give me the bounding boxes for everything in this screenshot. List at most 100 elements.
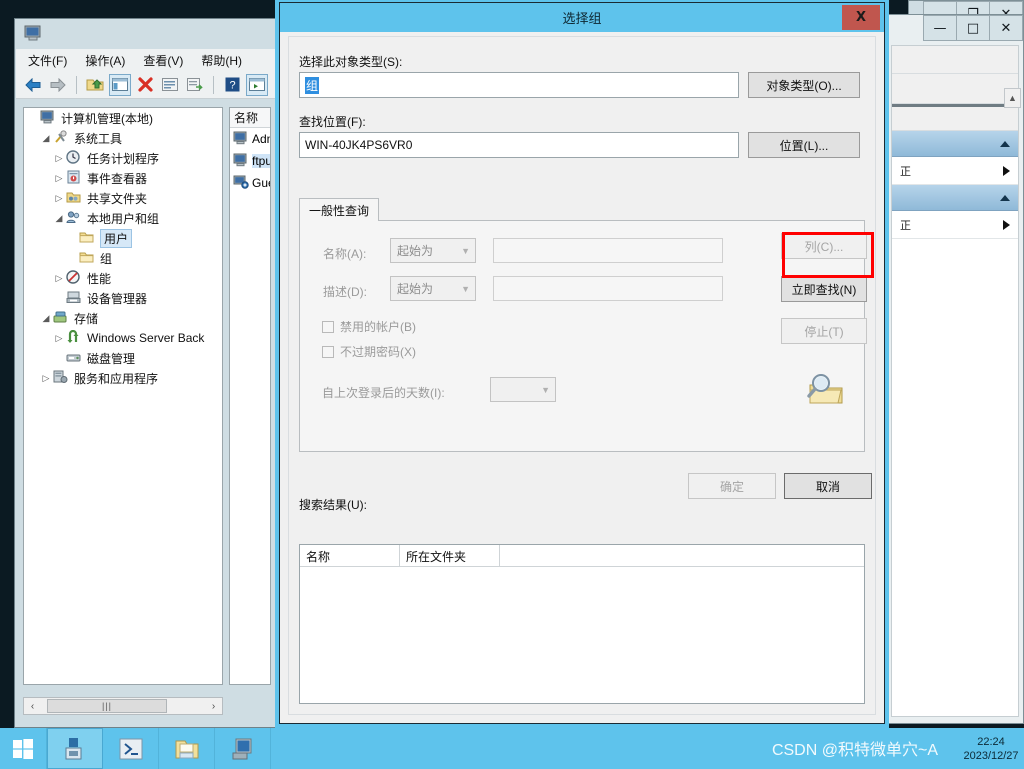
scroll-right-button[interactable]: › [205, 698, 222, 714]
near-close-button[interactable]: ✕ [989, 15, 1023, 41]
tree-item-12[interactable]: 磁盘管理 [24, 348, 222, 368]
tree-item-8[interactable]: ▷ 性能 [24, 268, 222, 288]
taskbar-app-server-manager[interactable] [47, 728, 103, 769]
help-icon[interactable]: ? [221, 74, 243, 96]
description-value-input[interactable] [493, 276, 723, 301]
action-pane-scroll-up-button[interactable]: ▲ [1004, 88, 1021, 108]
expander-open-icon[interactable]: ◢ [39, 313, 53, 324]
list-item[interactable]: Adm [230, 128, 270, 150]
toolbar: ? [16, 71, 276, 99]
action-item-1[interactable]: 正 [892, 157, 1018, 185]
menu-view[interactable]: 查看(V) [143, 52, 183, 69]
tree-item-5[interactable]: ◢ 本地用户和组 [24, 208, 222, 228]
tree-item-0[interactable]: 计算机管理(本地) [24, 108, 222, 128]
collapse-up-icon [1000, 140, 1010, 147]
taskbar-app-powershell[interactable] [103, 728, 159, 769]
dialog-body: 选择此对象类型(S): 组 对象类型(O)... 查找位置(F): WIN-40… [288, 36, 876, 715]
non-expiring-password-checkbox-row[interactable]: 不过期密码(X) [322, 343, 416, 360]
folder-icon [79, 250, 97, 266]
delete-icon[interactable] [134, 74, 156, 96]
disabled-accounts-checkbox[interactable] [322, 320, 334, 333]
user-icon [233, 131, 249, 148]
svg-text:?: ? [229, 80, 235, 92]
columns-button[interactable]: 列(C)... [781, 233, 867, 259]
near-minimize-button[interactable]: — [923, 15, 957, 41]
export-list-icon[interactable] [184, 74, 206, 96]
list-item[interactable]: ftpu [230, 150, 270, 172]
tree-item-13[interactable]: ▷ 服务和应用程序 [24, 368, 222, 388]
scroll-thumb[interactable]: ||| [47, 699, 167, 713]
tree-item-7[interactable]: 组 [24, 248, 222, 268]
back-arrow-icon[interactable] [22, 74, 44, 96]
expander-closed-icon[interactable]: ▷ [52, 153, 66, 164]
find-now-button[interactable]: 立即查找(N) [781, 276, 867, 302]
collapse-up-icon-2 [1000, 194, 1010, 201]
scroll-left-button[interactable]: ‹ [24, 698, 41, 714]
taskbar-app-file-explorer[interactable] [159, 728, 215, 769]
scroll-track[interactable]: ||| [41, 698, 205, 714]
taskbar-app-computer-management[interactable] [215, 728, 271, 769]
days-since-login-select[interactable]: ▼ [490, 377, 556, 402]
expander-closed-icon[interactable]: ▷ [39, 373, 53, 384]
expander-open-icon[interactable]: ◢ [52, 213, 66, 224]
expander-closed-icon[interactable]: ▷ [52, 273, 66, 284]
tab-common-queries[interactable]: 一般性查询 [299, 198, 380, 221]
list-column-header[interactable]: 名称 [230, 108, 270, 128]
properties-icon[interactable] [159, 74, 181, 96]
up-folder-icon[interactable] [84, 74, 106, 96]
cancel-button[interactable]: 取消 [784, 473, 872, 499]
search-results-list[interactable]: 名称 所在文件夹 [299, 544, 865, 704]
tree-item-10[interactable]: ◢ 存储 [24, 308, 222, 328]
action-item-2[interactable]: 正 [892, 211, 1018, 239]
list-item-name: Adm [252, 132, 270, 146]
object-types-button[interactable]: 对象类型(O)... [748, 72, 860, 98]
tree-item-4[interactable]: ▷ 共享文件夹 [24, 188, 222, 208]
toolbar-separator-2 [213, 75, 214, 94]
device-manager-icon [66, 290, 84, 306]
expander-closed-icon[interactable]: ▷ [52, 193, 66, 204]
tree-item-3[interactable]: ▷ 事件查看器 [24, 168, 222, 188]
description-operator-select[interactable]: 起始为 ▼ [390, 276, 476, 301]
locations-button[interactable]: 位置(L)... [748, 132, 860, 158]
expander-closed-icon[interactable]: ▷ [52, 173, 66, 184]
storage-icon [53, 310, 71, 326]
action-group-header-1[interactable] [892, 131, 1018, 157]
menu-action[interactable]: 操作(A) [85, 52, 125, 69]
user-disabled-icon [233, 175, 249, 192]
tools-icon [53, 130, 71, 146]
search-results-label: 搜索结果(U): [299, 498, 367, 512]
ok-button[interactable]: 确定 [688, 473, 776, 499]
menu-file[interactable]: 文件(F) [28, 52, 67, 69]
list-pane[interactable]: 名称 Adm ftpu Gue [229, 107, 271, 685]
tree-item-11[interactable]: ▷ Windows Server Back [24, 328, 222, 348]
expander-open-icon[interactable]: ◢ [39, 133, 53, 144]
results-column-folder[interactable]: 所在文件夹 [400, 545, 500, 567]
show-tree-icon[interactable] [109, 73, 131, 96]
results-column-name[interactable]: 名称 [300, 545, 400, 567]
start-button[interactable] [0, 728, 47, 769]
console-tree[interactable]: 计算机管理(本地) ◢ 系统工具 ▷ 任务计划程序 ▷ 事件查看器 ▷ 共享文件夹 ◢ 本地用户和组… [23, 107, 223, 685]
tree-horizontal-scrollbar[interactable]: ‹ ||| › [23, 697, 223, 715]
tree-item-1[interactable]: ◢ 系统工具 [24, 128, 222, 148]
taskbar-clock[interactable]: 22:24 2023/12/27 [958, 728, 1024, 769]
location-input[interactable]: WIN-40JK4PS6VR0 [299, 132, 739, 158]
dialog-title: 选择组 [562, 11, 602, 26]
non-expiring-password-checkbox[interactable] [322, 345, 334, 358]
object-type-input[interactable]: 组 [299, 72, 739, 98]
tree-item-6[interactable]: 用户 [24, 228, 222, 248]
tree-item-2[interactable]: ▷ 任务计划程序 [24, 148, 222, 168]
menu-help[interactable]: 帮助(H) [201, 52, 242, 69]
name-operator-select[interactable]: 起始为 ▼ [390, 238, 476, 263]
action-group-header-2[interactable] [892, 185, 1018, 211]
expander-closed-icon[interactable]: ▷ [52, 333, 66, 344]
disabled-accounts-checkbox-row[interactable]: 禁用的帐户(B) [322, 318, 416, 335]
near-maximize-button[interactable]: □ [956, 15, 990, 41]
tree-item-9[interactable]: 设备管理器 [24, 288, 222, 308]
forward-arrow-icon[interactable] [47, 74, 69, 96]
dialog-close-button[interactable]: X [842, 5, 880, 30]
name-value-input[interactable] [493, 238, 723, 263]
list-item[interactable]: Gue [230, 172, 270, 194]
disk-icon [66, 350, 84, 366]
show-action-pane-icon[interactable] [246, 73, 268, 96]
stop-button[interactable]: 停止(T) [781, 318, 867, 344]
